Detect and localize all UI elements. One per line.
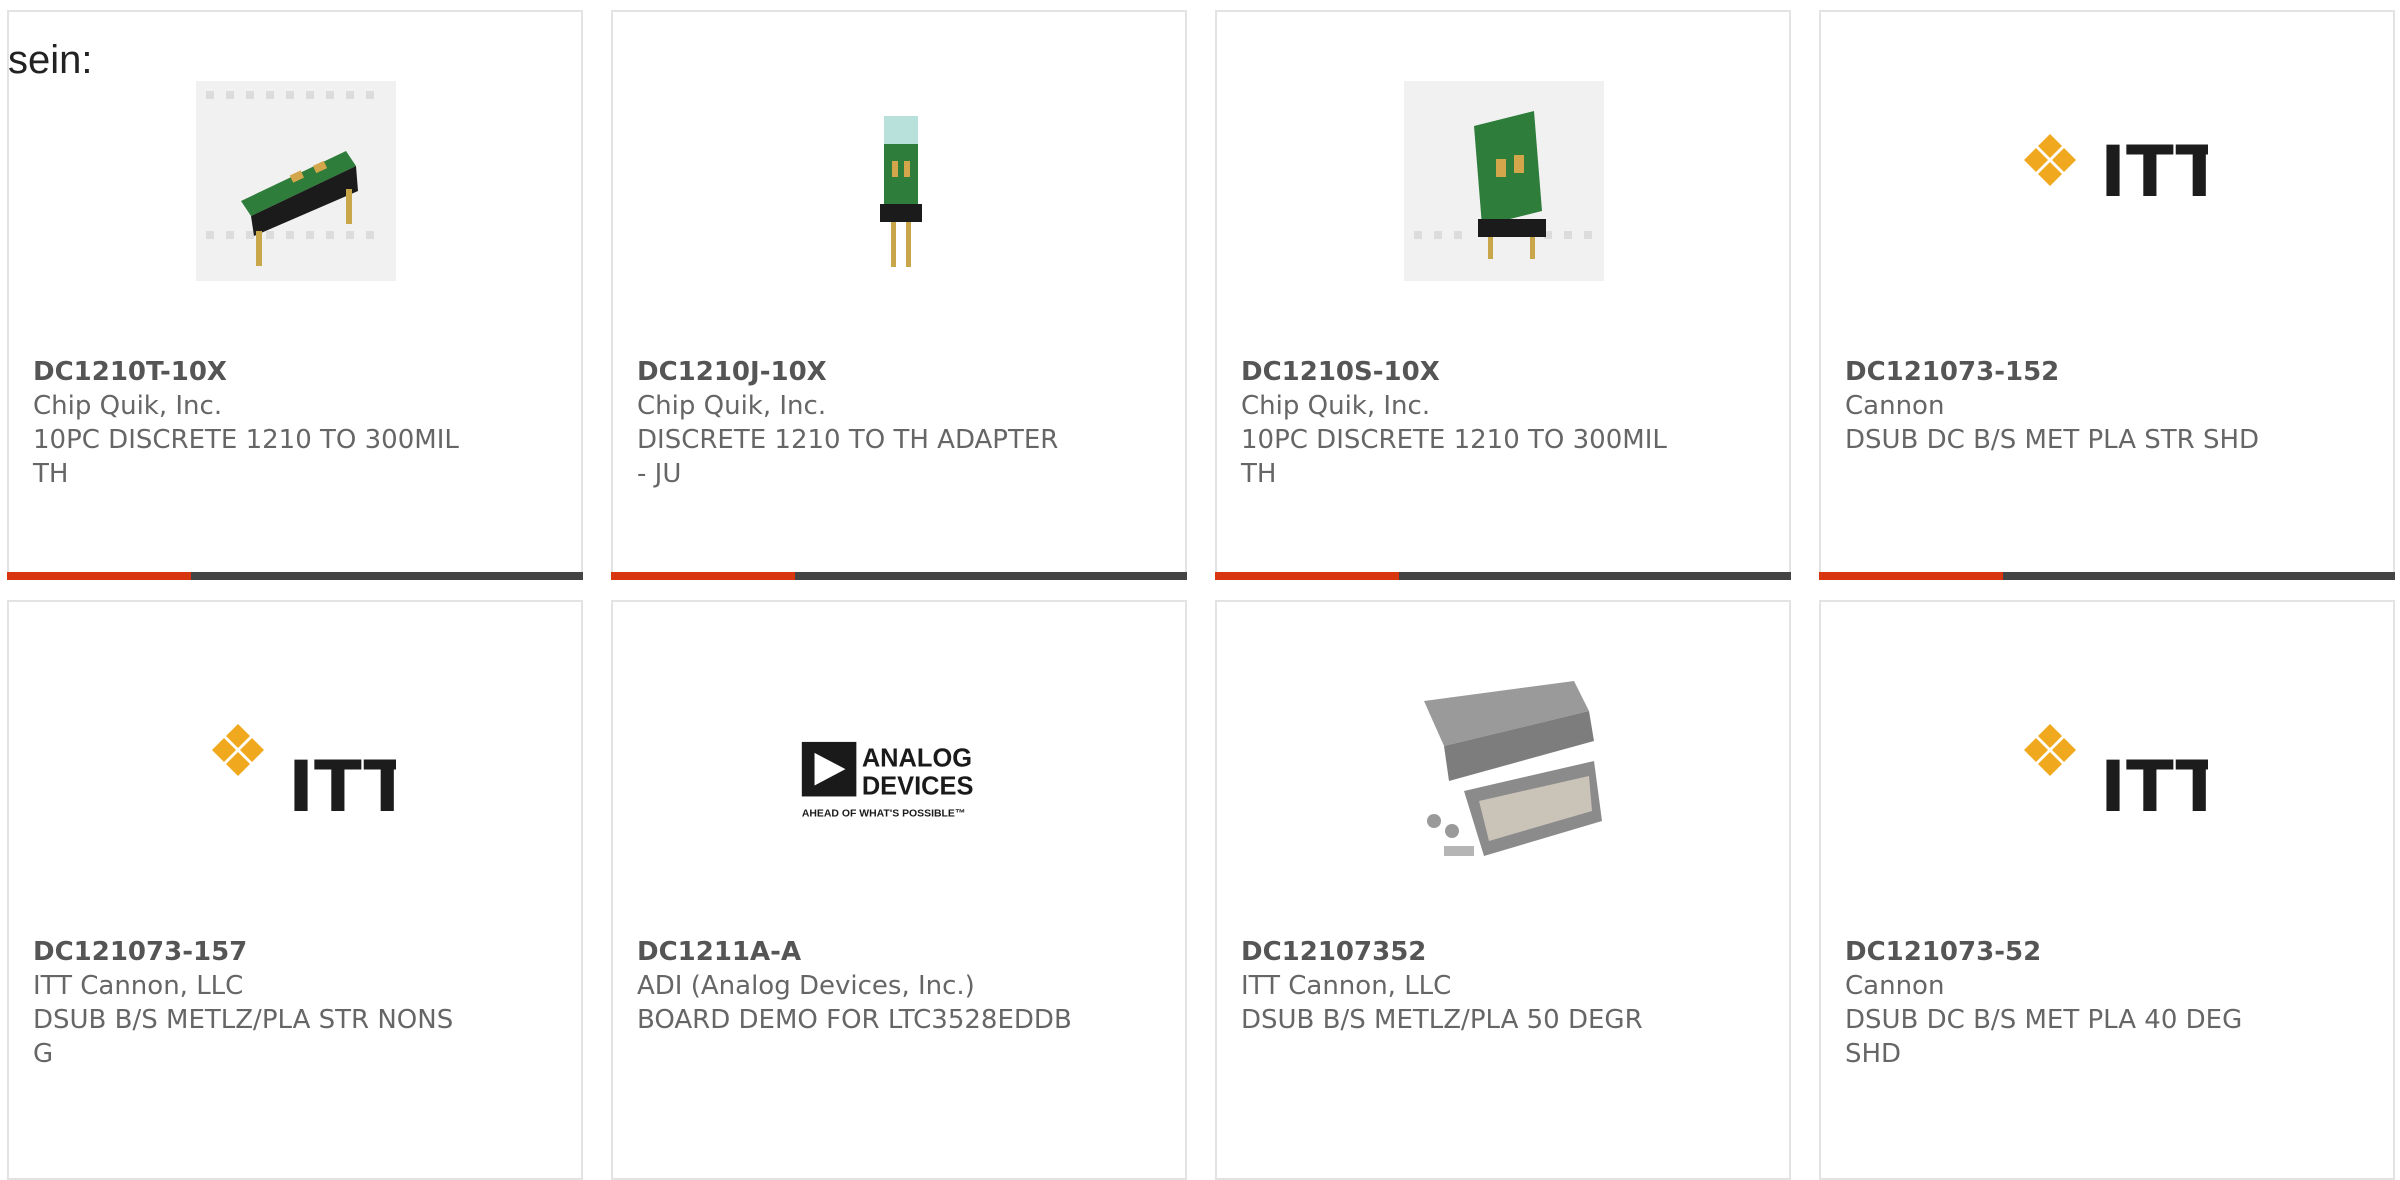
product-card[interactable]: ITT DC121073-52 Cannon DSUB DC B/S MET P… (1819, 600, 2395, 1180)
description-line-1: DSUB B/S METLZ/PLA 50 DEGR (1241, 1005, 1643, 1035)
description-line-1: DISCRETE 1210 TO TH ADAPTER (637, 425, 1059, 455)
svg-text:ANALOG: ANALOG (862, 744, 972, 772)
description-line-1: DSUB B/S METLZ/PLA STR NONS (33, 1005, 454, 1035)
manufacturer: ITT Cannon, LLC (1241, 971, 1452, 1001)
description-line-2: TH (1241, 459, 1277, 489)
description-line-1: DSUB DC B/S MET PLA 40 DEG (1845, 1005, 2243, 1035)
manufacturer: Chip Quik, Inc. (1241, 391, 1431, 421)
manufacturer: ITT Cannon, LLC (33, 971, 244, 1001)
product-image[interactable] (1404, 671, 1604, 871)
description-line-2: TH (33, 459, 69, 489)
part-number[interactable]: DC1210J-10X (637, 355, 1097, 389)
part-number[interactable]: DC121073-157 (33, 935, 493, 969)
itt-logo[interactable]: ITT (196, 671, 396, 871)
svg-text:ITT: ITT (288, 746, 396, 828)
description-line-1: DSUB DC B/S MET PLA STR SHD (1845, 425, 2260, 455)
description-line-2: SHD (1845, 1039, 1902, 1069)
product-image[interactable] (800, 81, 1000, 281)
part-number[interactable]: DC12107352 (1241, 935, 1701, 969)
part-number[interactable]: DC1211A-A (637, 935, 1097, 969)
manufacturer: Cannon (1845, 971, 1945, 1001)
card-accent-bar (1215, 572, 1791, 580)
description-line-1: BOARD DEMO FOR LTC3528EDDB (637, 1005, 1072, 1035)
product-card[interactable]: ITT DC121073-157 ITT Cannon, LLC DSUB B/… (7, 600, 583, 1180)
manufacturer: Chip Quik, Inc. (33, 391, 223, 421)
description-line-2: - JU (637, 459, 682, 489)
product-card[interactable]: DC12107352 ITT Cannon, LLC DSUB B/S METL… (1215, 600, 1791, 1180)
svg-text:DEVICES: DEVICES (862, 773, 974, 801)
product-card[interactable]: DC1210J-10X Chip Quik, Inc. DISCRETE 121… (611, 10, 1187, 580)
card-accent-bar (7, 572, 583, 580)
card-accent-bar (611, 572, 1187, 580)
part-number[interactable]: DC1210T-10X (33, 355, 493, 389)
description-line-1: 10PC DISCRETE 1210 TO 300MIL (1241, 425, 1667, 455)
heading-fragment: sein: (8, 38, 93, 82)
svg-text:ITT: ITT (2100, 131, 2208, 213)
card-accent-bar (1819, 572, 2395, 580)
manufacturer: ADI (Analog Devices, Inc.) (637, 971, 975, 1001)
part-number[interactable]: DC121073-152 (1845, 355, 2305, 389)
description-line-2: G (33, 1039, 54, 1069)
analog-devices-logo[interactable]: ANALOG DEVICES AHEAD OF WHAT'S POSSIBLE™ (800, 671, 1000, 871)
product-card[interactable]: DC1210S-10X Chip Quik, Inc. 10PC DISCRET… (1215, 10, 1791, 580)
manufacturer: Chip Quik, Inc. (637, 391, 827, 421)
product-card[interactable]: ITT DC121073-152 Cannon DSUB DC B/S MET … (1819, 10, 2395, 580)
itt-logo[interactable]: ITT (2008, 81, 2208, 281)
svg-text:AHEAD OF WHAT'S POSSIBLE™: AHEAD OF WHAT'S POSSIBLE™ (802, 808, 966, 819)
svg-text:ITT: ITT (2100, 746, 2208, 828)
product-image[interactable] (1404, 81, 1604, 281)
part-number[interactable]: DC121073-52 (1845, 935, 2305, 969)
part-number[interactable]: DC1210S-10X (1241, 355, 1701, 389)
description-line-1: 10PC DISCRETE 1210 TO 300MIL (33, 425, 459, 455)
product-image[interactable] (196, 81, 396, 281)
manufacturer: Cannon (1845, 391, 1945, 421)
product-card[interactable]: ANALOG DEVICES AHEAD OF WHAT'S POSSIBLE™… (611, 600, 1187, 1180)
product-card[interactable]: DC1210T-10X Chip Quik, Inc. 10PC DISCRET… (7, 10, 583, 580)
itt-logo[interactable]: ITT (2008, 671, 2208, 871)
